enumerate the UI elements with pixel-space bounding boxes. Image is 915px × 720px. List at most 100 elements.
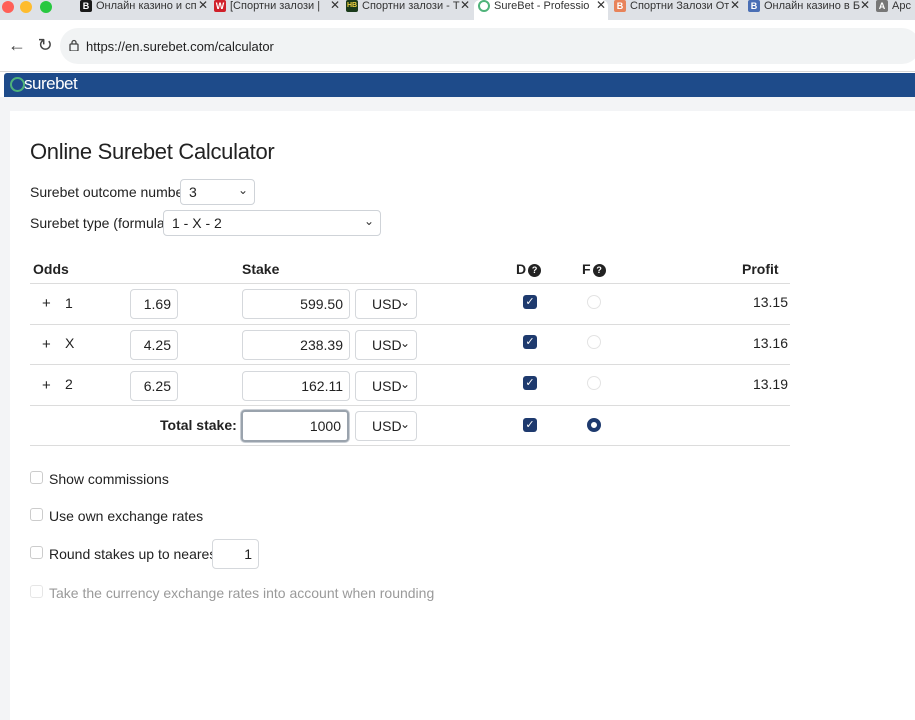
browser-tab[interactable]: W [Спортни залози | ✕ bbox=[210, 0, 342, 20]
tab-close-icon[interactable]: ✕ bbox=[596, 0, 606, 11]
total-currency-select[interactable]: USD ⌄ bbox=[355, 411, 417, 441]
currency-select[interactable]: USD ⌄ bbox=[355, 289, 417, 319]
currency-value: USD bbox=[372, 418, 402, 434]
tab-title: Онлайн казино в Б bbox=[764, 0, 861, 12]
currency-value: USD bbox=[372, 337, 402, 353]
odds-input[interactable]: 4.25 bbox=[130, 330, 178, 360]
round-stakes-input[interactable]: 1 bbox=[212, 539, 259, 569]
expand-row-button[interactable]: + bbox=[42, 336, 51, 353]
site-logo[interactable]: surebet bbox=[24, 74, 78, 94]
browser-tab-active[interactable]: SureBet - Professio ✕ bbox=[474, 0, 608, 20]
browser-tab[interactable]: B Онлайн казино и сп ✕ bbox=[76, 0, 210, 20]
tab-close-icon[interactable]: ✕ bbox=[460, 0, 470, 11]
f-radio[interactable] bbox=[587, 295, 601, 309]
tab-close-icon[interactable]: ✕ bbox=[730, 0, 740, 11]
stake-input[interactable]: 238.39 bbox=[242, 330, 350, 360]
minimize-window-button[interactable] bbox=[20, 1, 32, 13]
tab-title: [Спортни залози | bbox=[230, 0, 321, 12]
f-header-label: F bbox=[582, 261, 591, 277]
odds-input[interactable]: 1.69 bbox=[130, 289, 178, 319]
lock-icon bbox=[69, 39, 79, 51]
question-mark-icon[interactable]: ? bbox=[592, 264, 606, 277]
url-field[interactable]: https://en.surebet.com/calculator bbox=[60, 28, 915, 64]
maximize-window-button[interactable] bbox=[40, 1, 52, 13]
browser-tab[interactable]: A Арс bbox=[872, 0, 915, 20]
expand-row-button[interactable]: + bbox=[42, 377, 51, 394]
d-header-label: D bbox=[516, 261, 527, 277]
calculator-panel bbox=[10, 111, 915, 720]
row-divider bbox=[30, 324, 790, 325]
tab-title: Спортни Залози От bbox=[630, 0, 730, 12]
surebet-type-value: 1 - X - 2 bbox=[172, 215, 222, 231]
d-checkbox-total[interactable]: ✓ bbox=[523, 418, 537, 432]
tab-favicon-icon bbox=[478, 0, 490, 12]
globe-logo-icon bbox=[10, 77, 25, 92]
own-exchange-rates-checkbox[interactable] bbox=[30, 508, 43, 521]
profit-column-header: Profit bbox=[742, 261, 779, 277]
tab-close-icon[interactable]: ✕ bbox=[860, 0, 870, 11]
chevron-down-icon: ⌄ bbox=[237, 183, 248, 197]
profit-value: 13.16 bbox=[752, 335, 788, 351]
tab-title: Спортни залози - Т bbox=[362, 0, 460, 12]
stake-input[interactable]: 599.50 bbox=[242, 289, 350, 319]
f-column-header: F? bbox=[582, 261, 606, 277]
odds-input[interactable]: 6.25 bbox=[130, 371, 178, 401]
d-checkbox[interactable]: ✓ bbox=[523, 335, 537, 349]
close-window-button[interactable] bbox=[2, 1, 14, 13]
browser-tab[interactable]: HB Спортни залози - Т ✕ bbox=[342, 0, 472, 20]
round-stakes-checkbox[interactable] bbox=[30, 546, 43, 559]
page-title: Online Surebet Calculator bbox=[30, 139, 275, 164]
outcome-number-select[interactable]: 3 ⌄ bbox=[180, 179, 255, 205]
tab-favicon-icon: B bbox=[80, 0, 92, 12]
browser-tab-bar: B Онлайн казино и сп ✕ W [Спортни залози… bbox=[0, 0, 915, 20]
currency-select[interactable]: USD ⌄ bbox=[355, 330, 417, 360]
surebet-type-select[interactable]: 1 - X - 2 ⌄ bbox=[163, 210, 381, 236]
row-divider bbox=[30, 445, 790, 446]
profit-value: 13.15 bbox=[752, 294, 788, 310]
expand-row-button[interactable]: + bbox=[42, 295, 51, 312]
tab-close-icon[interactable]: ✕ bbox=[330, 0, 340, 11]
outcome-label: X bbox=[65, 335, 75, 351]
currency-select[interactable]: USD ⌄ bbox=[355, 371, 417, 401]
d-column-header: D? bbox=[516, 261, 542, 277]
d-checkbox[interactable]: ✓ bbox=[523, 295, 537, 309]
currency-rounding-checkbox bbox=[30, 585, 43, 598]
back-arrow-icon[interactable]: ← bbox=[6, 34, 28, 56]
stake-input[interactable]: 162.11 bbox=[242, 371, 350, 401]
chevron-down-icon: ⌄ bbox=[399, 336, 410, 350]
chevron-down-icon: ⌄ bbox=[399, 417, 410, 431]
currency-rounding-label: Take the currency exchange rates into ac… bbox=[49, 585, 435, 601]
row-divider bbox=[30, 405, 790, 406]
total-stake-input[interactable]: 1000 bbox=[241, 410, 349, 442]
row-divider bbox=[30, 364, 790, 365]
chevron-down-icon: ⌄ bbox=[363, 214, 374, 228]
show-commissions-checkbox[interactable] bbox=[30, 471, 43, 484]
tab-favicon-icon: B bbox=[614, 0, 626, 12]
tab-favicon-icon: A bbox=[876, 0, 888, 12]
f-radio-total[interactable] bbox=[587, 418, 601, 432]
url-text: https://en.surebet.com/calculator bbox=[86, 39, 274, 54]
browser-tab[interactable]: B Спортни Залози От ✕ bbox=[610, 0, 742, 20]
d-checkbox[interactable]: ✓ bbox=[523, 376, 537, 390]
chevron-down-icon: ⌄ bbox=[399, 295, 410, 309]
reload-icon[interactable]: ↻ bbox=[34, 34, 56, 56]
tab-favicon-icon: HB bbox=[346, 0, 358, 12]
row-divider bbox=[30, 283, 790, 284]
browser-tab[interactable]: B Онлайн казино в Б ✕ bbox=[744, 0, 872, 20]
outcome-label: 2 bbox=[65, 376, 73, 392]
f-radio[interactable] bbox=[587, 335, 601, 349]
surebet-type-label: Surebet type (formula): bbox=[30, 215, 174, 231]
tab-title: SureBet - Professio bbox=[494, 0, 590, 12]
question-mark-icon[interactable]: ? bbox=[528, 264, 542, 277]
tab-favicon-icon: B bbox=[748, 0, 760, 12]
stake-column-header: Stake bbox=[242, 261, 280, 277]
total-stake-label: Total stake: bbox=[160, 417, 237, 433]
outcome-number-label: Surebet outcome number: bbox=[30, 184, 192, 200]
address-bar: ← ↻ https://en.surebet.com/calculator bbox=[0, 20, 915, 72]
tab-favicon-icon: W bbox=[214, 0, 226, 12]
profit-value: 13.19 bbox=[752, 376, 788, 392]
currency-value: USD bbox=[372, 378, 402, 394]
tab-title: Арс bbox=[892, 0, 911, 12]
f-radio[interactable] bbox=[587, 376, 601, 390]
tab-close-icon[interactable]: ✕ bbox=[198, 0, 208, 11]
